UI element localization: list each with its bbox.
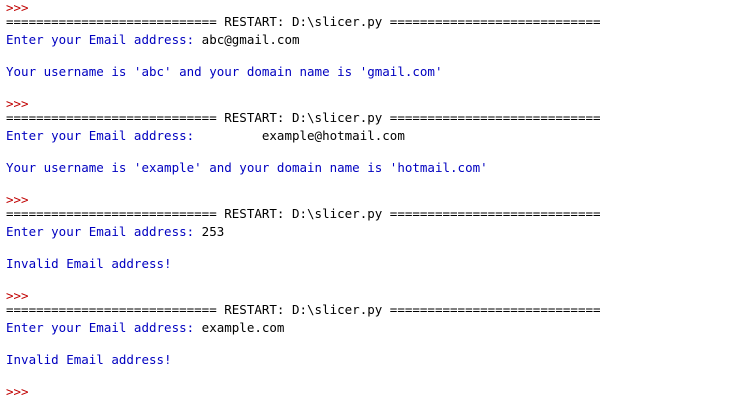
input-line: Enter your Email address: 253 [6, 224, 224, 240]
user-input-value: abc@gmail.com [201, 32, 300, 47]
shell-prompt: >>> [6, 384, 29, 399]
program-output: Your username is 'example' and your doma… [6, 160, 488, 175]
input-prompt-text: Enter your Email address: [6, 128, 262, 143]
restart-banner: ============================ RESTART: D:… [6, 302, 601, 317]
input-prompt-text: Enter your Email address: [6, 224, 202, 239]
program-output: Invalid Email address! [6, 352, 172, 367]
active-prompt-line[interactable]: >>> [6, 384, 29, 400]
input-line: Enter your Email address: example@hotmai… [6, 128, 405, 144]
python-shell-output[interactable]: >>> ============================ RESTART… [6, 0, 740, 417]
user-input-value: example@hotmail.com [261, 128, 405, 143]
restart-banner: ============================ RESTART: D:… [6, 206, 601, 221]
user-input-value: example.com [201, 320, 285, 335]
input-prompt-text: Enter your Email address: [6, 320, 202, 335]
program-output: Invalid Email address! [6, 256, 172, 271]
input-prompt-text: Enter your Email address: [6, 32, 202, 47]
user-input-value: 253 [201, 224, 225, 239]
restart-banner: ============================ RESTART: D:… [6, 110, 601, 125]
input-line: Enter your Email address: example.com [6, 320, 284, 336]
input-line: Enter your Email address: abc@gmail.com [6, 32, 300, 48]
restart-banner: ============================ RESTART: D:… [6, 14, 601, 29]
program-output: Your username is 'abc' and your domain n… [6, 64, 443, 79]
